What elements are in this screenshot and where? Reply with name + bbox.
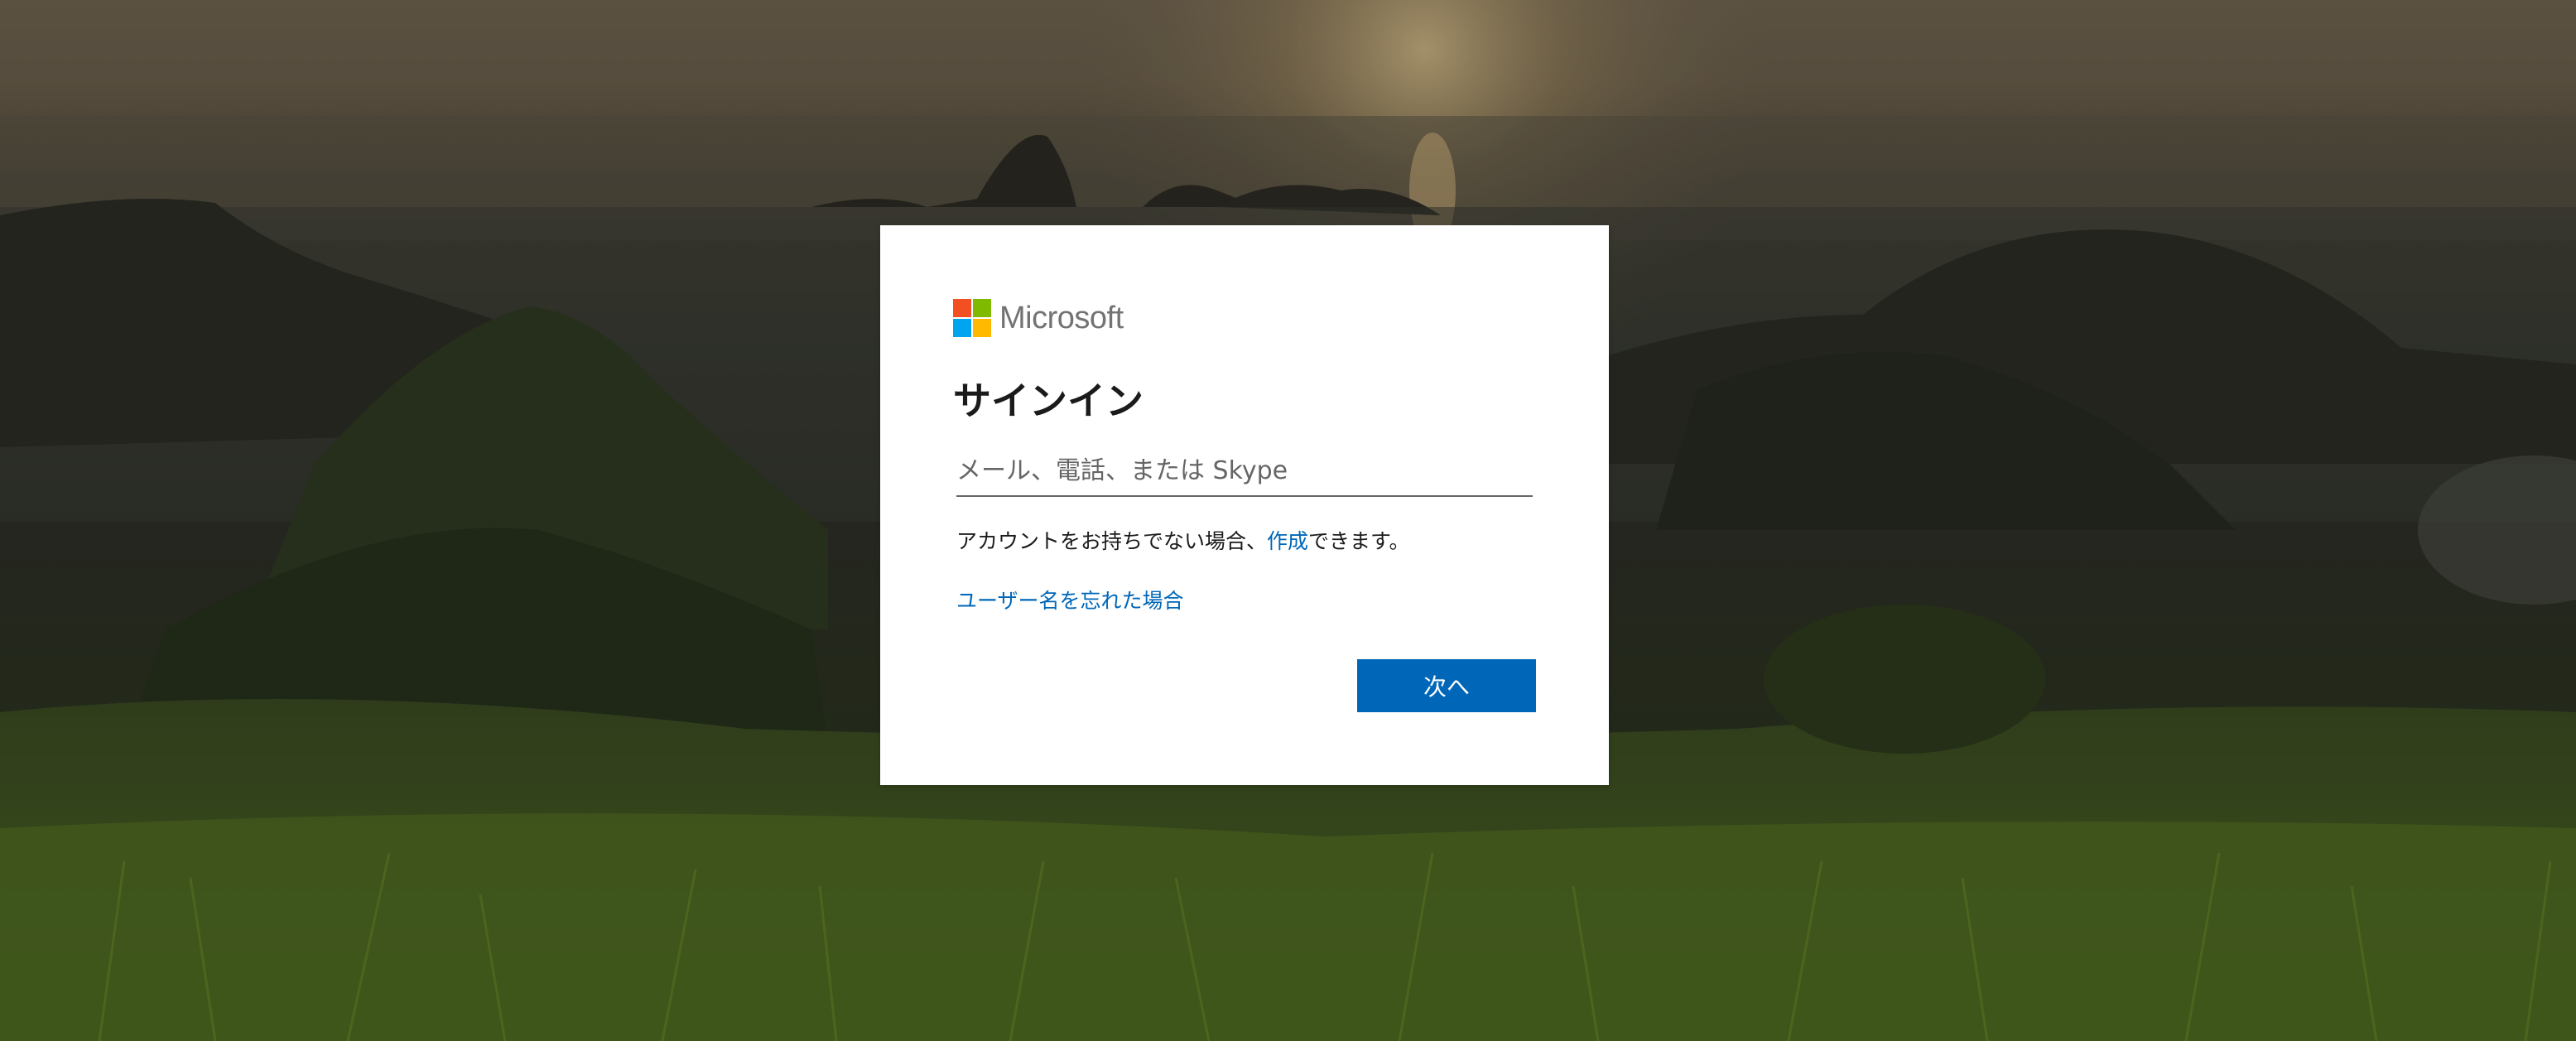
logo-square-red (953, 299, 971, 317)
create-account-link[interactable]: 作成 (1267, 529, 1308, 553)
logo-square-yellow (973, 319, 991, 337)
no-account-text: アカウントをお持ちでない場合、作成できます。 (956, 525, 1410, 555)
no-account-suffix: できます。 (1308, 529, 1410, 553)
account-input[interactable] (956, 446, 1533, 497)
no-account-prefix: アカウントをお持ちでない場合、 (956, 529, 1268, 553)
logo-wordmark: Microsoft (999, 300, 1124, 335)
forgot-username-row: ユーザー名を忘れた場合 (956, 585, 1184, 614)
logo-square-green (973, 299, 991, 317)
microsoft-logo-icon (953, 299, 991, 337)
logo-square-blue (953, 319, 971, 337)
signin-card: Microsoft サインイン アカウントをお持ちでない場合、作成できます。 ユ… (880, 225, 1609, 785)
forgot-username-link[interactable]: ユーザー名を忘れた場合 (956, 589, 1184, 613)
next-button[interactable]: 次へ (1357, 659, 1536, 712)
microsoft-logo: Microsoft (953, 298, 1124, 338)
page-title: サインイン (953, 378, 1144, 423)
